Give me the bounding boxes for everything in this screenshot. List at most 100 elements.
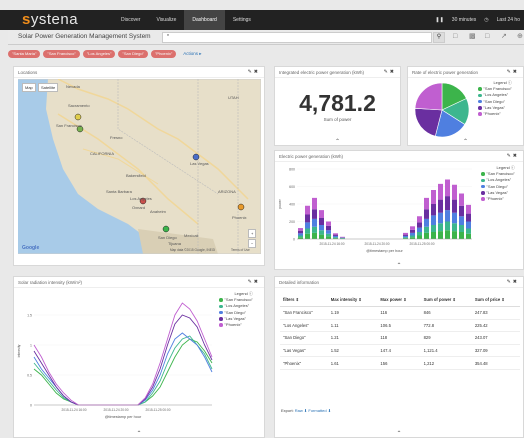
bar-segment[interactable]	[298, 235, 303, 238]
bar-segment[interactable]	[445, 230, 450, 239]
bar-segment[interactable]	[410, 235, 415, 238]
filter-pill[interactable]: "San Diego"	[118, 49, 148, 58]
bar-segment[interactable]	[417, 222, 422, 228]
close-icon[interactable]: ✖	[513, 153, 519, 159]
bar-segment[interactable]	[459, 205, 464, 217]
chevron-up-icon[interactable]: ⌃	[463, 138, 468, 145]
bar-segment[interactable]	[466, 213, 471, 222]
bar-segment[interactable]	[424, 226, 429, 233]
legend-item[interactable]: "Phoenix"	[481, 196, 515, 202]
series-line[interactable]	[33, 335, 213, 406]
bar-segment[interactable]	[445, 179, 450, 197]
bar-segment[interactable]	[445, 196, 450, 211]
close-icon[interactable]: ✖	[254, 69, 260, 75]
export-formatted-link[interactable]: Formatted ⬇	[308, 408, 331, 413]
bar-segment[interactable]	[431, 225, 436, 232]
filter-pill[interactable]: "San Francisco"	[43, 49, 80, 58]
column-header[interactable]: Max intensity ⇕	[327, 293, 378, 307]
bar-segment[interactable]	[466, 228, 471, 234]
share-icon[interactable]: ↗	[501, 32, 509, 41]
bar-segment[interactable]	[333, 233, 338, 235]
legend-item[interactable]: "Phoenix"	[478, 111, 512, 117]
bar-segment[interactable]	[403, 237, 408, 239]
column-header[interactable]: filters ⇕	[280, 293, 328, 307]
bar-segment[interactable]	[431, 232, 436, 239]
bar-segment[interactable]	[298, 237, 303, 239]
export-raw-link[interactable]: Raw ⬇	[295, 408, 307, 413]
zoom-out-button[interactable]: −	[248, 239, 257, 248]
series-line[interactable]	[33, 302, 213, 406]
series-line[interactable]	[33, 314, 213, 406]
bar-segment[interactable]	[333, 235, 338, 238]
bar-segment[interactable]	[410, 237, 415, 239]
bar-segment[interactable]	[312, 232, 317, 239]
bar-segment[interactable]	[466, 233, 471, 239]
bar-segment[interactable]	[417, 216, 422, 223]
bar-segment[interactable]	[431, 204, 436, 216]
bar-segment[interactable]	[298, 230, 303, 234]
bar-segment[interactable]	[452, 184, 457, 200]
chevron-up-icon[interactable]: ⌃	[396, 262, 401, 269]
bar-segment[interactable]	[438, 183, 443, 200]
bar-segment[interactable]	[312, 226, 317, 233]
column-header[interactable]: Sum of power ⇕	[420, 293, 472, 307]
bar-segment[interactable]	[319, 210, 324, 218]
bar-segment[interactable]	[438, 199, 443, 213]
nav-dashboard[interactable]: Dashboard	[184, 10, 225, 30]
bar-segment[interactable]	[466, 204, 471, 214]
nav-settings[interactable]: Settings	[225, 10, 259, 30]
bar-segment[interactable]	[417, 227, 422, 232]
bar-segment[interactable]	[298, 228, 303, 231]
filter-actions-link[interactable]: Actions ▸	[183, 51, 201, 57]
table-cell[interactable]: "Los Angeles"	[280, 319, 328, 333]
filter-pill[interactable]: "Phoenix"	[150, 49, 177, 58]
bar-segment[interactable]	[333, 237, 338, 239]
bar-segment[interactable]	[305, 222, 310, 229]
bar-segment[interactable]	[319, 234, 324, 239]
chevron-up-icon[interactable]: ⌃	[396, 430, 401, 437]
bar-segment[interactable]	[403, 232, 408, 235]
bar-segment[interactable]	[438, 223, 443, 232]
bar-segment[interactable]	[424, 209, 429, 219]
terms-link[interactable]: Terms of Use	[231, 248, 250, 252]
bar-segment[interactable]	[312, 218, 317, 227]
bar-segment[interactable]	[424, 232, 429, 239]
open-dashboard-icon[interactable]: □	[485, 32, 493, 41]
bar-segment[interactable]	[410, 232, 415, 236]
bar-segment[interactable]	[326, 230, 331, 234]
bar-segment[interactable]	[403, 235, 408, 238]
chevron-up-icon[interactable]: ⌃	[335, 138, 340, 145]
bar-segment[interactable]	[417, 232, 422, 236]
time-range[interactable]: Last 24 ho	[497, 17, 520, 23]
bar-segment[interactable]	[410, 229, 415, 233]
bar-segment[interactable]	[424, 218, 429, 227]
save-dashboard-icon[interactable]: ▩	[469, 32, 477, 41]
map-view[interactable]: Map Satellite Nevada Sacramento San Fran…	[18, 79, 261, 254]
filter-pill[interactable]: "Los Angeles"	[82, 49, 116, 58]
new-dashboard-icon[interactable]: □	[453, 32, 461, 41]
nav-discover[interactable]: Discover	[113, 10, 148, 30]
bar-segment[interactable]	[452, 223, 457, 232]
close-icon[interactable]: ✖	[513, 69, 519, 75]
pie-slice[interactable]	[414, 82, 443, 111]
bar-segment[interactable]	[305, 205, 310, 215]
chevron-up-icon[interactable]: ⌃	[136, 430, 141, 437]
bar-segment[interactable]	[305, 233, 310, 239]
bar-segment[interactable]	[438, 231, 443, 239]
satellite-button[interactable]: Satellite	[38, 83, 59, 92]
bar-segment[interactable]	[431, 190, 436, 204]
bar-segment[interactable]	[312, 209, 317, 219]
bar-segment[interactable]	[459, 225, 464, 232]
bar-segment[interactable]	[319, 218, 324, 225]
bar-segment[interactable]	[431, 215, 436, 225]
bar-segment[interactable]	[424, 197, 429, 210]
bar-segment[interactable]	[326, 225, 331, 231]
search-button[interactable]: ⚲	[433, 32, 445, 43]
bar-segment[interactable]	[326, 236, 331, 239]
bar-segment[interactable]	[445, 210, 450, 222]
table-cell[interactable]: "Phoenix"	[280, 356, 328, 370]
bar-segment[interactable]	[410, 226, 415, 230]
nav-visualize[interactable]: Visualize	[148, 10, 184, 30]
query-input[interactable]: *	[162, 32, 432, 43]
column-header[interactable]: Sum of price ⇕	[471, 293, 520, 307]
